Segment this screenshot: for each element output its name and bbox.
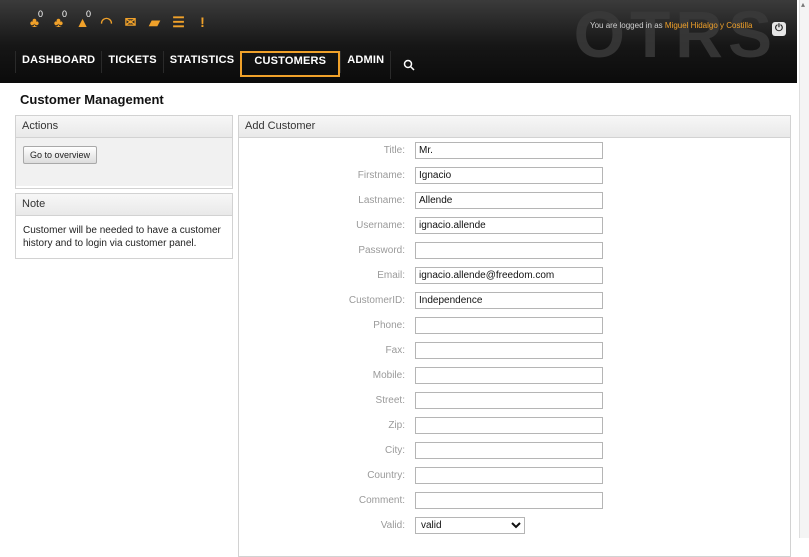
escalation-icon-glyph: ! — [200, 14, 205, 30]
field-label: Password: — [358, 245, 405, 256]
form-row: Mobile: — [239, 364, 790, 389]
login-prefix: You are logged in as — [590, 21, 663, 30]
responsible-tickets-icon[interactable]: ▲ 0 — [72, 9, 93, 33]
login-info: You are logged in as Miguel Hidalgo y Co… — [590, 21, 752, 30]
logout-icon[interactable]: ⏻ — [772, 22, 786, 36]
fax-input[interactable] — [415, 342, 603, 359]
page-title: Customer Management — [20, 92, 164, 107]
title-input[interactable] — [415, 142, 603, 159]
form-row: Valid: valid — [239, 514, 790, 539]
password-input[interactable] — [415, 242, 603, 259]
field-label: Street: — [375, 395, 405, 406]
mobile-input[interactable] — [415, 367, 603, 384]
form-row: Fax: — [239, 339, 790, 364]
form-row: Street: — [239, 389, 790, 414]
field-label: Comment: — [358, 495, 405, 506]
watched-tickets-icon[interactable]: ♣ 0 — [48, 9, 69, 33]
field-label: Mobile: — [372, 370, 405, 381]
street-input[interactable] — [415, 392, 603, 409]
field-label: Email: — [377, 270, 405, 281]
login-user-link[interactable]: Miguel Hidalgo y Costilla — [665, 21, 753, 30]
scroll-up-icon[interactable]: ▴ — [801, 0, 805, 9]
form-row: Password: — [239, 239, 790, 264]
firstname-input[interactable] — [415, 167, 603, 184]
list-icon-glyph: ☰ — [172, 13, 185, 30]
username-input[interactable] — [415, 217, 603, 234]
nav-tickets[interactable]: TICKETS — [101, 51, 162, 73]
field-label: City: — [385, 445, 405, 456]
form-row: Lastname: — [239, 189, 790, 214]
form-row: Title: — [239, 139, 790, 164]
lastname-input[interactable] — [415, 192, 603, 209]
email-ticket-icon-glyph: ✉ — [124, 13, 137, 30]
form-row: CustomerID: — [239, 289, 790, 314]
field-label: CustomerID: — [348, 295, 405, 306]
note-heading: Note — [16, 194, 232, 216]
form-row: Phone: — [239, 314, 790, 339]
email-input[interactable] — [415, 267, 603, 284]
list-icon[interactable]: ☰ — [168, 11, 189, 33]
field-label: Firstname: — [357, 170, 405, 181]
comment-input[interactable] — [415, 492, 603, 509]
form-row: Firstname: — [239, 164, 790, 189]
add-customer-panel: Add Customer Title: Firstname: Lastname: Us… — [238, 115, 791, 557]
open-folder-icon-glyph: ▰ — [149, 13, 160, 30]
field-label: Username: — [356, 220, 405, 231]
header-bar: OTRS ♣ 0 ♣ 0 ▲ 0 ◠ ✉ ▰ ☰! You are logged in as Mi… — [0, 0, 797, 83]
phone-input[interactable] — [415, 317, 603, 334]
nav-statistics[interactable]: STATISTICS — [162, 51, 241, 73]
toolbar-count-badge: 0 — [86, 9, 92, 19]
form-row: Zip: — [239, 414, 790, 439]
customerid-input[interactable] — [415, 292, 603, 309]
actions-panel: Actions Go to overview — [15, 115, 233, 189]
form-row: Comment: — [239, 489, 790, 514]
toolbar: ♣ 0 ♣ 0 ▲ 0 ◠ ✉ ▰ ☰! — [24, 9, 213, 33]
zip-input[interactable] — [415, 417, 603, 434]
actions-heading: Actions — [16, 116, 232, 138]
field-label: Title: — [383, 145, 405, 156]
country-input[interactable] — [415, 467, 603, 484]
main-nav: DASHBOARD TICKETS STATISTICS CUSTOMERS A… — [15, 51, 427, 79]
note-panel: Note Customer will be needed to have a c… — [15, 193, 233, 259]
escalation-icon[interactable]: ! — [192, 11, 213, 33]
search-icon[interactable] — [390, 51, 427, 79]
nav-dashboard[interactable]: DASHBOARD — [15, 51, 101, 73]
field-label: Country: — [367, 470, 405, 481]
locked-tickets-icon[interactable]: ♣ 0 — [24, 9, 45, 33]
form-row: Country: — [239, 464, 790, 489]
field-label: Zip: — [388, 420, 405, 431]
phone-ticket-icon-glyph: ◠ — [100, 13, 113, 30]
nav-admin[interactable]: ADMIN — [340, 51, 390, 73]
form-row: Username: — [239, 214, 790, 239]
field-label: Fax: — [385, 345, 405, 356]
form-row: Email: — [239, 264, 790, 289]
form-row: City: — [239, 439, 790, 464]
add-customer-heading: Add Customer — [239, 116, 790, 138]
page-scrollbar[interactable]: ▴ — [799, 0, 809, 538]
valid-select[interactable]: valid — [415, 517, 525, 534]
email-ticket-icon[interactable]: ✉ — [120, 11, 141, 33]
toolbar-count-badge: 0 — [62, 9, 68, 19]
phone-ticket-icon[interactable]: ◠ — [96, 11, 117, 33]
toolbar-count-badge: 0 — [38, 9, 44, 19]
open-folder-icon[interactable]: ▰ — [144, 11, 165, 33]
otrs-logo: OTRS — [573, 0, 777, 71]
nav-customers[interactable]: CUSTOMERS — [240, 51, 341, 77]
go-to-overview-button[interactable]: Go to overview — [23, 146, 98, 164]
customer-form: Title: Firstname: Lastname: Username: Passwo… — [239, 139, 790, 539]
field-label: Valid: — [380, 520, 405, 531]
city-input[interactable] — [415, 442, 603, 459]
note-text: Customer will be needed to have a custom… — [23, 225, 221, 249]
field-label: Lastname: — [358, 195, 405, 206]
field-label: Phone: — [373, 320, 405, 331]
